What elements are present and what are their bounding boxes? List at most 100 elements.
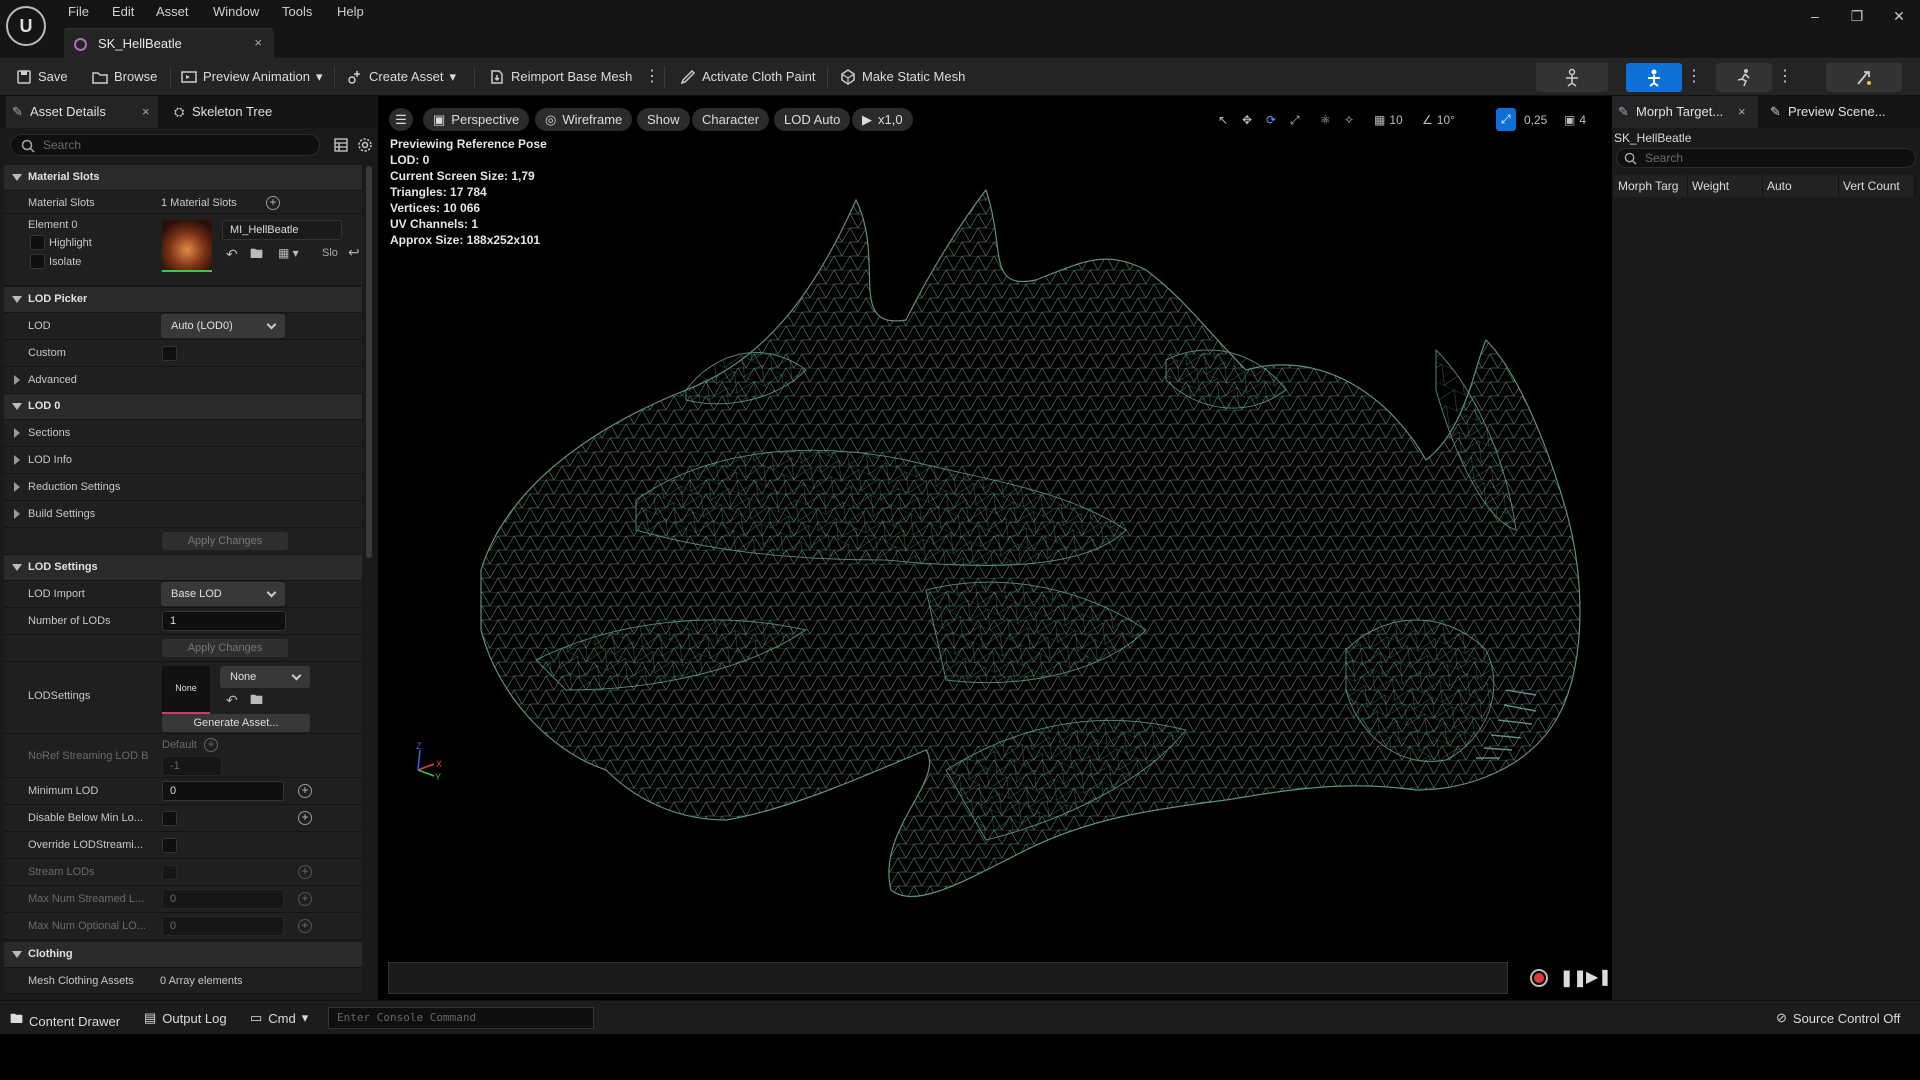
reimport-options-icon[interactable]: ⋮ <box>644 67 660 87</box>
table-view-icon[interactable] <box>334 138 348 152</box>
category-material-slots[interactable]: Material Slots <box>4 165 362 191</box>
timeline-bar[interactable] <box>388 962 1508 994</box>
translate-mode-icon[interactable]: ✥ <box>1242 109 1252 131</box>
content-drawer-button[interactable]: 🖿 Content Drawer <box>10 1010 120 1032</box>
reduction-settings-row[interactable]: Reduction Settings <box>4 474 362 501</box>
lod-info-row[interactable]: LOD Info <box>4 447 362 474</box>
tab-preview-scene[interactable]: ✎ Preview Scene... <box>1764 96 1914 128</box>
tab-skeleton-tree[interactable]: ⛭ Skeleton Tree <box>166 96 316 128</box>
minimum-lod-field[interactable]: 0 <box>162 781 284 801</box>
add-platform-override-icon[interactable]: + <box>298 811 312 825</box>
column-weight[interactable]: Weight <box>1688 175 1763 197</box>
add-platform-override-icon[interactable]: + <box>204 738 218 752</box>
lodsettings-dropdown[interactable]: None <box>220 666 310 688</box>
document-tab[interactable]: SK_HellBeatle × <box>64 28 274 58</box>
material-thumbnail[interactable] <box>162 220 212 270</box>
details-scrollbar[interactable] <box>366 166 372 558</box>
sections-row[interactable]: Sections <box>4 420 362 447</box>
menu-asset[interactable]: Asset <box>156 2 189 22</box>
reimport-base-mesh-button[interactable]: Reimport Base Mesh <box>489 67 632 87</box>
preview-animation-dropdown[interactable]: Preview Animation ▾ <box>181 67 322 87</box>
source-control-button[interactable]: ⊘ Source Control Off <box>1776 1010 1900 1026</box>
skeleton-mode-button[interactable] <box>1536 63 1608 92</box>
rotation-snap-toggle[interactable]: ∠ 10° <box>1422 109 1455 131</box>
physics-mode-button[interactable] <box>1826 63 1902 92</box>
browse-button[interactable]: Browse <box>92 67 157 87</box>
category-lod-settings[interactable]: LOD Settings <box>4 555 362 581</box>
show-button[interactable]: Show <box>637 108 690 131</box>
make-static-mesh-button[interactable]: Make Static Mesh <box>840 67 965 87</box>
create-asset-dropdown[interactable]: Create Asset ▾ <box>347 67 456 87</box>
scale-mode-icon[interactable]: ⤢ <box>1290 109 1300 131</box>
settings-gear-icon[interactable] <box>357 137 373 153</box>
surface-snap-icon[interactable]: ✧ <box>1344 109 1354 131</box>
character-button[interactable]: Character <box>692 108 770 131</box>
lod-import-dropdown[interactable]: Base LOD <box>161 582 285 606</box>
add-platform-override-icon[interactable]: + <box>298 784 312 798</box>
tab-morph-target[interactable]: ✎ Morph Target... × <box>1612 96 1758 128</box>
close-tab-icon[interactable]: × <box>142 96 150 128</box>
column-auto[interactable]: Auto <box>1763 175 1839 197</box>
lod-dropdown[interactable]: Auto (LOD0) <box>161 314 285 338</box>
material-name-field[interactable]: MI_HellBeatle <box>222 220 342 240</box>
viewport-options-button[interactable]: ☰ <box>389 108 413 131</box>
wireframe-button[interactable]: ◎ Wireframe <box>535 108 633 131</box>
menu-help[interactable]: Help <box>337 2 364 22</box>
menu-file[interactable]: File <box>68 2 89 22</box>
save-button[interactable]: Save <box>16 67 68 87</box>
lodsettings-thumbnail[interactable]: None <box>162 666 210 714</box>
record-button[interactable] <box>1530 969 1548 987</box>
grid-snap-toggle[interactable]: ▦ 10 <box>1374 109 1403 131</box>
activate-cloth-paint-button[interactable]: Activate Cloth Paint <box>680 67 815 87</box>
scale-snap-toggle[interactable]: ⤢ <box>1496 108 1516 131</box>
pause-icon[interactable]: ❚❚ <box>1560 968 1587 988</box>
step-forward-icon[interactable]: ▶❚ <box>1586 967 1612 987</box>
viewport[interactable]: ☰ ▣ Perspective ◎ Wireframe Show Character… <box>386 100 1605 960</box>
close-tab-icon[interactable]: × <box>254 35 262 50</box>
material-options-icon[interactable]: ▦ ▾ <box>278 246 299 260</box>
animation-mode-options-icon[interactable]: ⋮ <box>1777 67 1793 87</box>
animation-mode-button[interactable] <box>1716 63 1772 92</box>
morph-search-input[interactable]: Search <box>1616 148 1916 168</box>
unreal-logo[interactable]: U <box>6 6 46 46</box>
apply-changes-button[interactable]: Apply Changes <box>162 639 288 657</box>
perspective-button[interactable]: ▣ Perspective <box>423 108 530 131</box>
menu-window[interactable]: Window <box>213 2 259 22</box>
rotate-mode-icon[interactable]: ⟳ <box>1266 109 1276 131</box>
tab-asset-details[interactable]: ✎ Asset Details × <box>6 96 158 128</box>
disable-below-min-lod-checkbox[interactable] <box>162 811 177 826</box>
isolate-checkbox[interactable] <box>30 254 45 269</box>
use-selected-icon[interactable]: ↶ <box>226 246 238 263</box>
output-log-button[interactable]: ▤ Output Log <box>144 1010 227 1026</box>
override-lod-streaming-checkbox[interactable] <box>162 838 177 853</box>
advanced-row[interactable]: Advanced <box>4 367 362 394</box>
use-selected-icon[interactable]: ↶ <box>226 692 238 709</box>
close-window-icon[interactable]: ✕ <box>1886 6 1912 26</box>
browse-asset-icon[interactable]: 🖿 <box>250 245 263 267</box>
close-tab-icon[interactable]: × <box>1738 96 1746 128</box>
category-clothing[interactable]: Clothing <box>4 942 362 968</box>
column-morph-target[interactable]: Morph Targ <box>1614 175 1688 197</box>
custom-checkbox[interactable] <box>162 346 177 361</box>
world-local-icon[interactable]: ⚛ <box>1320 109 1331 131</box>
console-command-input[interactable]: Enter Console Command <box>328 1007 594 1029</box>
select-mode-icon[interactable]: ↖ <box>1218 109 1228 131</box>
apply-changes-button[interactable]: Apply Changes <box>162 532 288 550</box>
generate-asset-button[interactable]: Generate Asset... <box>162 714 310 732</box>
details-search-input[interactable]: Search <box>10 134 320 156</box>
menu-edit[interactable]: Edit <box>112 2 134 22</box>
scale-snap-value-button[interactable]: 0,25 <box>1524 109 1547 131</box>
minimize-window-icon[interactable]: – <box>1802 6 1828 26</box>
lod-auto-button[interactable]: LOD Auto <box>774 108 851 131</box>
column-vert-count[interactable]: Vert Count <box>1839 175 1915 197</box>
category-lod0[interactable]: LOD 0 <box>4 394 362 420</box>
add-material-slot-icon[interactable]: + <box>266 196 280 210</box>
browse-asset-icon[interactable]: 🖿 <box>250 691 263 713</box>
mesh-mode-options-icon[interactable]: ⋮ <box>1686 67 1702 87</box>
highlight-checkbox[interactable] <box>30 235 45 250</box>
number-of-lods-field[interactable]: 1 <box>162 611 286 631</box>
build-settings-row[interactable]: Build Settings <box>4 501 362 528</box>
category-lod-picker[interactable]: LOD Picker <box>4 287 362 313</box>
camera-speed-button[interactable]: ▣ 4 <box>1564 109 1586 131</box>
mesh-mode-button[interactable] <box>1626 63 1682 92</box>
